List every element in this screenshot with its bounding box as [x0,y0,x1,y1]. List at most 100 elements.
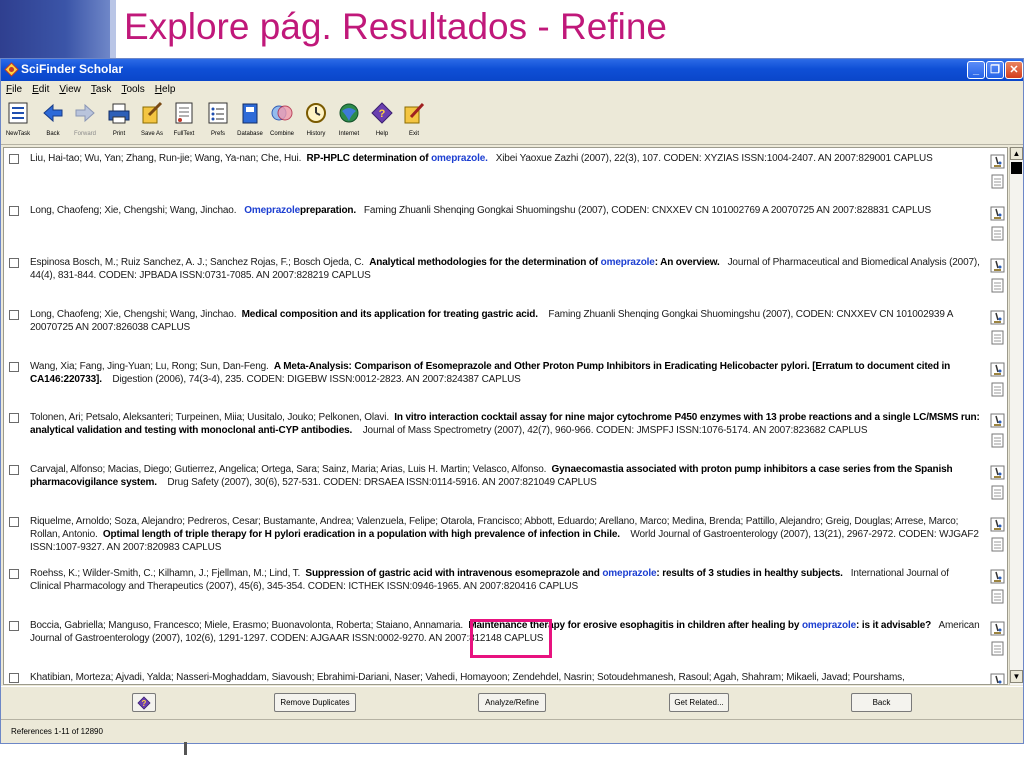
result-checkbox[interactable] [9,517,19,527]
result-source: Journal of Mass Spectrometry (2007), 42(… [362,425,868,436]
toolbar-fulltext-button[interactable]: FullText [169,101,199,143]
full-text-icon [175,102,193,124]
exit-icon [404,102,425,124]
microscope-icon[interactable] [990,673,1005,685]
document-icon[interactable] [990,641,1005,656]
result-checkbox[interactable] [9,465,19,475]
toolbar-back-button[interactable]: Back [38,101,68,143]
svg-text:?: ? [142,699,147,708]
document-icon[interactable] [990,433,1005,448]
result-checkbox[interactable] [9,621,19,631]
result-row[interactable]: Carvajal, Alfonso; Macias, Diego; Gutier… [4,463,1007,513]
result-citation[interactable]: Long, Chaofeng; Xie, Chengshi; Wang, Jin… [30,308,982,334]
result-row[interactable]: Long, Chaofeng; Xie, Chengshi; Wang, Jin… [4,204,1007,254]
result-citation[interactable]: Riquelme, Arnoldo; Soza, Alejandro; Pedr… [30,515,982,554]
microscope-icon[interactable] [990,569,1005,584]
result-row[interactable]: Long, Chaofeng; Xie, Chengshi; Wang, Jin… [4,308,1007,358]
result-row[interactable]: Tolonen, Ari; Petsalo, Aleksanteri; Turp… [4,411,1007,461]
document-icon[interactable] [990,278,1005,293]
result-citation[interactable]: Long, Chaofeng; Xie, Chengshi; Wang, Jin… [30,204,982,217]
slide-accent-strip [0,0,116,58]
microscope-icon[interactable] [990,310,1005,325]
analyze-refine-button[interactable]: Analyze/Refine [478,693,546,712]
toolbar-prefs-button[interactable]: Prefs [203,101,233,143]
result-citation[interactable]: Khatibian, Morteza; Ajvadi, Yalda; Nasse… [30,671,982,684]
microscope-icon[interactable] [990,154,1005,169]
result-row[interactable]: Liu, Hai-tao; Wu, Yan; Zhang, Run-jie; W… [4,152,1007,202]
microscope-icon[interactable] [990,621,1005,636]
maximize-icon[interactable]: ❐ [986,61,1004,79]
result-checkbox[interactable] [9,258,19,268]
toolbar-save-as-button[interactable]: Save As [137,101,167,143]
microscope-icon[interactable] [990,413,1005,428]
get-related-button[interactable]: Get Related... [669,693,729,712]
result-citation[interactable]: Roehss, K.; Wilder-Smith, C.; Kilhamn, J… [30,567,982,593]
scroll-up-arrow-icon[interactable]: ▲ [1010,147,1023,160]
result-checkbox[interactable] [9,362,19,372]
toolbar-internet-button[interactable]: Internet [334,101,364,143]
toolbar-label: Internet [338,131,360,137]
result-row[interactable]: Roehss, K.; Wilder-Smith, C.; Kilhamn, J… [4,567,1007,617]
toolbar-database-button[interactable]: Database [235,101,265,143]
document-icon[interactable] [990,226,1005,241]
document-icon[interactable] [990,382,1005,397]
document-icon[interactable] [990,485,1005,500]
microscope-icon[interactable] [990,258,1005,273]
result-row[interactable]: Wang, Xia; Fang, Jing-Yuan; Lu, Rong; Su… [4,360,1007,410]
toolbar-exit-button[interactable]: Exit [399,101,429,143]
toolbar-combine-button[interactable]: Combine [267,101,297,143]
toolbar-label: History [306,131,326,137]
result-row[interactable]: Khatibian, Morteza; Ajvadi, Yalda; Nasse… [4,671,1007,685]
toolbar-newtask-button[interactable]: NewTask [3,101,33,143]
menu-view[interactable]: View [54,81,86,95]
toolbar-forward-button[interactable]: Forward [70,101,100,143]
result-citation[interactable]: Espinosa Bosch, M.; Ruiz Sanchez, A. J.;… [30,256,982,282]
microscope-icon[interactable] [990,206,1005,221]
toolbar-label: Back [46,131,60,137]
result-checkbox[interactable] [9,569,19,579]
menu-file[interactable]: File [1,81,27,95]
microscope-icon[interactable] [990,517,1005,532]
document-icon[interactable] [990,330,1005,345]
analyze-refine-highlight [470,619,552,658]
result-checkbox[interactable] [9,206,19,216]
minimize-icon[interactable]: _ [967,61,985,79]
result-title-highlight: Omeprazole [244,205,301,216]
result-row[interactable]: Riquelme, Arnoldo; Soza, Alejandro; Pedr… [4,515,1007,565]
result-row[interactable]: Espinosa Bosch, M.; Ruiz Sanchez, A. J.;… [4,256,1007,306]
menu-help[interactable]: Help [150,81,181,95]
result-source: Faming Zhuanli Shenqing Gongkai Shuoming… [363,205,931,216]
toolbar-help-button[interactable]: ? Help [367,101,397,143]
vertical-scrollbar[interactable]: ▲ ▼ [1009,147,1023,685]
result-citation[interactable]: Tolonen, Ari; Petsalo, Aleksanteri; Turp… [30,411,982,437]
scroll-thumb[interactable] [1011,162,1022,174]
microscope-icon[interactable] [990,362,1005,377]
result-checkbox[interactable] [9,154,19,164]
result-checkbox[interactable] [9,673,19,683]
result-source: Digestion (2006), 74(3-4), 235. CODEN: D… [112,374,521,385]
back-button[interactable]: Back [851,693,912,712]
button-bar: ? Remove Duplicates Analyze/Refine Get R… [1,686,1023,718]
toolbar-print-button[interactable]: Print [104,101,134,143]
result-citation[interactable]: Carvajal, Alfonso; Macias, Diego; Gutier… [30,463,982,489]
toolbar-history-button[interactable]: History [301,101,331,143]
scroll-down-arrow-icon[interactable]: ▼ [1010,670,1023,683]
window-titlebar[interactable]: SciFinder Scholar _ ❐ ✕ [1,59,1023,81]
help-diamond-button[interactable]: ? [132,693,156,712]
remove-duplicates-button[interactable]: Remove Duplicates [274,693,356,712]
save-as-icon [142,101,163,124]
menu-task[interactable]: Task [86,81,117,95]
menu-tools[interactable]: Tools [116,81,149,95]
result-citation[interactable]: Wang, Xia; Fang, Jing-Yuan; Lu, Rong; Su… [30,360,982,386]
toolbar-label: Print [112,131,126,137]
slide: Explore pág. Resultados - Refine SciFind… [0,0,1024,768]
document-icon[interactable] [990,174,1005,189]
menu-edit[interactable]: Edit [27,81,54,95]
microscope-icon[interactable] [990,465,1005,480]
result-checkbox[interactable] [9,310,19,320]
document-icon[interactable] [990,589,1005,604]
document-icon[interactable] [990,537,1005,552]
close-icon[interactable]: ✕ [1005,61,1023,79]
result-citation[interactable]: Liu, Hai-tao; Wu, Yan; Zhang, Run-jie; W… [30,152,982,165]
result-checkbox[interactable] [9,413,19,423]
